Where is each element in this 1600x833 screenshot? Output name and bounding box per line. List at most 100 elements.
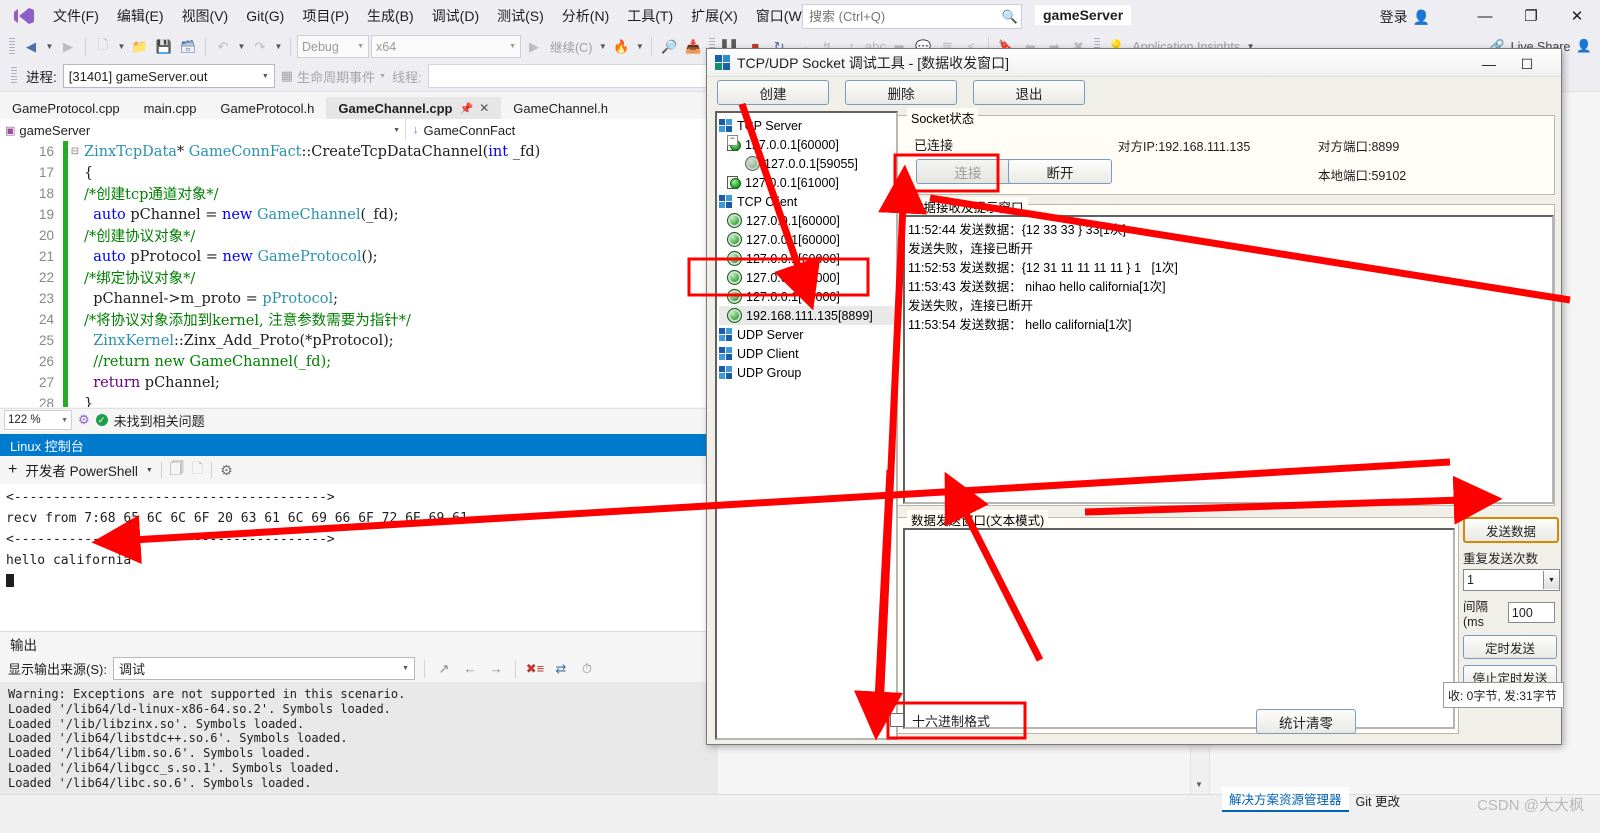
toolbar-grip[interactable] [9,37,15,56]
continue-label[interactable]: 继续(C) [547,37,595,56]
output-source-dropdown[interactable]: 调试 ▼ [112,657,415,680]
member-dropdown[interactable]: ↓ GameConnFact [406,119,710,141]
hot-reload-icon[interactable]: 🔥 [610,36,632,58]
open-file-icon[interactable]: 📁 [129,36,151,58]
tree-node-connection-59055[interactable]: 127.0.0.1[59055] [719,154,896,173]
tree-node-server-61000[interactable]: 127.0.0.1[61000] [719,173,896,192]
undo-icon[interactable]: ↶ [212,36,234,58]
zoom-level-dropdown[interactable]: 122 % ▼ [4,410,72,430]
interval-input[interactable]: 100 [1507,602,1555,623]
tree-node-client-5[interactable]: 127.0.0.1[60000] [719,287,896,306]
close-button[interactable]: ✕ [1554,0,1600,32]
output-panel-content[interactable]: Warning: Exceptions are not supported in… [0,682,718,799]
menu-item-extensions[interactable]: 扩展(X) [682,2,747,30]
save-all-icon[interactable]: 🗃 [177,36,199,58]
tab-solution-explorer[interactable]: 解决方案资源管理器 [1222,787,1349,812]
pin-icon[interactable]: 📌 [460,102,474,115]
tree-node-udp-client-group[interactable]: UDP Client [719,344,896,363]
collapse-icon[interactable]: ⊟ [68,146,82,157]
data-send-textarea[interactable] [903,528,1455,729]
chevron-down-icon-8[interactable]: ▼ [146,467,153,474]
tree-node-client-1[interactable]: 127.0.0.1[60000] [719,211,896,230]
solution-configuration-dropdown[interactable]: Debug ▼ [297,35,369,58]
redo-dropdown-icon[interactable]: ▼ [273,42,284,51]
tab-gameprotocol-cpp[interactable]: GameProtocol.cpp [0,97,132,119]
menu-item-analyze[interactable]: 分析(N) [553,2,618,30]
menu-item-build[interactable]: 生成(B) [358,2,423,30]
go-next-icon[interactable]: → [486,661,506,676]
menu-item-test[interactable]: 测试(S) [488,2,553,30]
menu-item-git[interactable]: Git(G) [237,4,293,28]
tree-node-client-3[interactable]: 127.0.0.1[60000] [719,249,896,268]
tab-main-cpp[interactable]: main.cpp [131,97,209,119]
socket-maximize-button[interactable]: ☐ [1511,54,1543,74]
sign-in-button[interactable]: 登录 👤 [1380,7,1430,27]
expander-icon[interactable]: − [727,135,738,146]
go-previous-icon[interactable]: ← [460,661,480,676]
tree-node-client-selected[interactable]: 192.168.111.135[8899] [719,306,896,325]
shell-type-label[interactable]: 开发者 PowerShell [25,460,138,480]
search-input[interactable] [803,9,999,24]
settings-gear-icon[interactable]: ⚙ [220,462,233,479]
tab-gamechannel-h[interactable]: GameChannel.h [501,97,620,119]
disconnect-button[interactable]: 断开 [1008,159,1112,184]
intellisense-icon[interactable]: ⚙ [78,412,90,428]
thread-dropdown[interactable]: ▼ [427,64,730,88]
code-editor[interactable]: 16 ⊟ ZinxTcpData* GameConnFact::CreateTc… [0,141,710,407]
tab-git-changes[interactable]: Git 更改 [1349,789,1407,812]
new-dropdown-icon[interactable]: ▼ [116,42,127,51]
tree-node-client-2[interactable]: 127.0.0.1[60000] [719,230,896,249]
toggle-timestamp-icon[interactable]: ⏱ [577,661,597,677]
quick-launch-search[interactable]: 🔍 [802,4,1022,29]
menu-item-file[interactable]: 文件(F) [44,2,108,30]
tree-node-tcp-client-group[interactable]: TCP Client [719,192,896,211]
navigate-back-icon[interactable]: ◀ [20,36,42,58]
paste-icon[interactable]: 🗋 [192,458,203,482]
redo-icon[interactable]: ↷ [249,36,271,58]
new-terminal-icon[interactable]: + [8,461,17,479]
restore-button[interactable]: ❐ [1508,0,1554,32]
timed-send-button[interactable]: 定时发送 [1463,635,1557,659]
hex-format-checkbox[interactable] [890,713,904,727]
close-icon[interactable]: ✕ [479,101,489,115]
tab-gamechannel-cpp[interactable]: GameChannel.cpp 📌 ✕ [326,97,502,119]
clear-stats-button[interactable]: 统计清零 [1256,709,1356,734]
clear-output-icon[interactable]: ✖≡ [525,661,545,677]
tree-node-udp-group[interactable]: UDP Group [719,363,896,382]
attach-process-icon[interactable]: 🔎 [658,36,680,58]
start-debug-icon[interactable]: ▶ [523,36,545,58]
undo-dropdown-icon[interactable]: ▼ [236,42,247,51]
solution-platform-dropdown[interactable]: x64 ▼ [371,35,521,58]
menu-item-debug[interactable]: 调试(D) [423,2,488,30]
process-dropdown[interactable]: [31401] gameServer.out ▼ [62,64,275,88]
exit-button[interactable]: 退出 [973,80,1085,105]
back-dropdown-icon[interactable]: ▼ [44,42,55,51]
menu-item-view[interactable]: 视图(V) [173,2,238,30]
find-message-icon[interactable]: ↗ [434,661,454,677]
hot-reload-dropdown-icon[interactable]: ▼ [634,42,645,51]
new-project-icon[interactable]: 🗋 [92,36,114,58]
save-icon[interactable]: 💾 [153,36,175,58]
process-toolbar-grip[interactable] [11,67,17,85]
tree-node-client-4[interactable]: 127.0.0.1[60000] [719,268,896,287]
socket-tree-view[interactable]: TCP Server 127.0.0.1[60000] 127.0.0.1[59… [715,111,898,740]
linux-console-output[interactable]: <---------------------------------------… [0,484,716,635]
scope-dropdown[interactable]: ▣ gameServer ▼ [0,119,406,141]
minimize-button[interactable]: — [1462,0,1508,32]
create-button[interactable]: 创建 [717,80,829,105]
socket-minimize-button[interactable]: — [1473,54,1505,74]
menu-item-project[interactable]: 项目(P) [293,2,358,30]
continue-dropdown-icon[interactable]: ▼ [597,42,608,51]
connect-button[interactable]: 连接 [916,159,1020,184]
tree-node-udp-server-group[interactable]: UDP Server [719,325,896,344]
lifecycle-events-button[interactable]: ▦ 生命周期事件 ▼ [281,67,386,86]
menu-item-edit[interactable]: 编辑(E) [108,2,173,30]
repeat-count-dropdown[interactable]: 1 ▼ [1463,569,1560,591]
toggle-word-wrap-icon[interactable]: ⇄ [551,661,571,677]
copy-icon[interactable]: 🗍 [170,458,184,482]
step-options-icon[interactable]: 📥 [682,36,704,58]
navigate-forward-icon[interactable]: ▶ [57,36,79,58]
tab-gameprotocol-h[interactable]: GameProtocol.h [208,97,327,119]
menu-item-tools[interactable]: 工具(T) [618,2,682,30]
delete-button[interactable]: 删除 [845,80,957,105]
